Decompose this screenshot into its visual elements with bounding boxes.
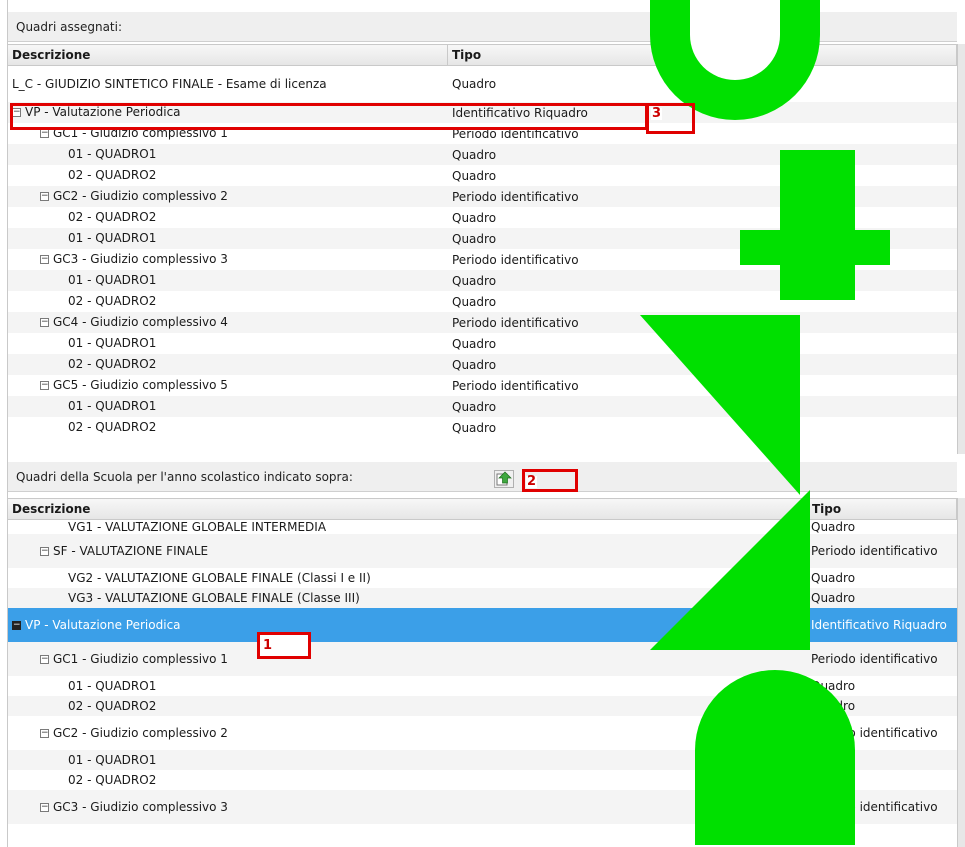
row-description: SF - VALUTAZIONE FINALE — [53, 544, 209, 558]
row-tipo: Quadro — [452, 210, 497, 225]
collapse-toggle-icon[interactable]: − — [40, 255, 49, 264]
column-header-tipo[interactable]: Tipo — [808, 499, 957, 519]
school-panel-title: Quadri della Scuola per l'anno scolastic… — [8, 462, 957, 492]
collapse-toggle-icon[interactable]: − — [12, 620, 21, 630]
column-header-descrizione[interactable]: Descrizione — [8, 45, 448, 65]
collapse-toggle-icon[interactable]: − — [40, 381, 49, 390]
row-description: VP - Valutazione Periodica — [25, 618, 181, 632]
row-tipo: Quadro — [452, 357, 497, 372]
tree-row[interactable]: 02 - QUADRO2 Quadro — [8, 354, 957, 375]
row-description: 01 - QUADRO1 — [68, 399, 157, 413]
row-description: 02 - QUADRO2 — [68, 294, 157, 308]
move-up-button[interactable] — [494, 470, 514, 488]
row-description: 02 - QUADRO2 — [68, 699, 157, 713]
annotation-label-3: 3 — [651, 106, 663, 121]
row-tipo: Quadro — [452, 420, 497, 435]
tree-row[interactable]: 01 - QUADRO1 Quadro — [8, 396, 957, 417]
collapse-toggle-icon[interactable]: − — [40, 546, 49, 556]
collapse-toggle-icon[interactable]: − — [40, 802, 49, 812]
assigned-panel-title-text: Quadri assegnati: — [16, 19, 123, 34]
row-description: VG3 - VALUTAZIONE GLOBALE FINALE (Classe… — [68, 591, 360, 605]
annotation-label-2: 2 — [526, 474, 538, 489]
annotation-label-1: 1 — [262, 638, 274, 653]
tree-row[interactable]: 01 - QUADRO1 Quadro — [8, 333, 957, 354]
row-tipo: Periodo identificativo — [811, 543, 938, 558]
collapse-toggle-icon[interactable]: − — [40, 192, 49, 201]
row-description: 02 - QUADRO2 — [68, 773, 157, 787]
row-tipo: Periodo identificativo — [452, 378, 579, 393]
row-description: VG1 - VALUTAZIONE GLOBALE INTERMEDIA — [68, 520, 327, 534]
row-description: GC2 - Giudizio complessivo 2 — [53, 189, 228, 203]
row-description: 02 - QUADRO2 — [68, 420, 157, 434]
row-description: 02 - QUADRO2 — [68, 168, 157, 182]
tree-row[interactable]: − GC1 - Giudizio complessivo 1 Periodo ide… — [8, 642, 957, 676]
school-grid-header: Descrizione Tipo — [8, 498, 957, 520]
window-left-border — [7, 0, 8, 847]
row-tipo: Quadro — [811, 590, 856, 605]
row-tipo: Quadro — [452, 147, 497, 162]
assigned-grid-scrollbar[interactable] — [957, 44, 965, 454]
tree-row[interactable]: VG3 - VALUTAZIONE GLOBALE FINALE (Classe… — [8, 588, 957, 608]
collapse-toggle-icon[interactable]: − — [40, 654, 49, 664]
annotation-box-3-row — [10, 103, 648, 130]
column-header-descrizione[interactable]: Descrizione — [8, 499, 808, 519]
row-tipo: Quadro — [452, 336, 497, 351]
tree-row[interactable]: VG2 - VALUTAZIONE GLOBALE FINALE (Classi… — [8, 568, 957, 588]
school-panel-title-text: Quadri della Scuola per l'anno scolastic… — [16, 469, 353, 484]
row-description: 01 - QUADRO1 — [68, 147, 157, 161]
row-description: 02 - QUADRO2 — [68, 357, 157, 371]
row-tipo: Identificativo Riquadro — [811, 617, 947, 632]
row-description: GC3 - Giudizio complessivo 3 — [53, 252, 228, 266]
row-description: GC3 - Giudizio complessivo 3 — [53, 800, 228, 814]
row-description: 01 - QUADRO1 — [68, 231, 157, 245]
row-description: GC2 - Giudizio complessivo 2 — [53, 726, 228, 740]
row-tipo: Quadro — [452, 399, 497, 414]
tree-row[interactable]: VG1 - VALUTAZIONE GLOBALE INTERMEDIA Quad… — [8, 520, 957, 534]
collapse-toggle-icon[interactable]: − — [40, 318, 49, 327]
row-tipo: Quadro — [452, 273, 497, 288]
school-grid-scrollbar[interactable] — [957, 498, 965, 847]
tree-row[interactable]: − SF - VALUTAZIONE FINALE Periodo identifi… — [8, 534, 957, 568]
row-tipo: Quadro — [811, 570, 856, 585]
row-tipo: Periodo identificativo — [452, 189, 579, 204]
row-description: L_C - GIUDIZIO SINTETICO FINALE - Esame … — [12, 76, 327, 91]
row-description: 01 - QUADRO1 — [68, 273, 157, 287]
tree-row[interactable]: − GC4 - Giudizio complessivo 4 Periodo ide… — [8, 312, 957, 333]
row-description: 02 - QUADRO2 — [68, 210, 157, 224]
collapse-toggle-icon[interactable]: − — [40, 728, 49, 738]
row-tipo: Periodo identificativo — [452, 315, 579, 330]
row-description: GC4 - Giudizio complessivo 4 — [53, 315, 228, 329]
tree-row[interactable]: L_C - GIUDIZIO SINTETICO FINALE - Esame … — [8, 66, 957, 102]
row-description: 01 - QUADRO1 — [68, 336, 157, 350]
row-tipo: Quadro — [811, 519, 856, 534]
row-tipo: Quadro — [452, 294, 497, 309]
row-description: VG2 - VALUTAZIONE GLOBALE FINALE (Classi… — [68, 571, 371, 585]
tree-row[interactable]: 02 - QUADRO2 Quadro — [8, 417, 957, 438]
row-tipo: Quadro — [452, 168, 497, 183]
tree-row[interactable]: − VP - Valutazione Periodica Identificativ… — [8, 608, 957, 642]
row-tipo: Periodo identificativo — [811, 651, 938, 666]
tree-row[interactable]: − GC5 - Giudizio complessivo 5 Periodo ide… — [8, 375, 957, 396]
row-description: 01 - QUADRO1 — [68, 679, 157, 693]
row-tipo: Quadro — [452, 77, 497, 91]
row-description: 01 - QUADRO1 — [68, 753, 157, 767]
row-description: GC5 - Giudizio complessivo 5 — [53, 378, 228, 392]
row-tipo: Periodo identificativo — [452, 252, 579, 267]
move-up-icon — [496, 471, 512, 486]
row-description: GC1 - Giudizio complessivo 1 — [53, 652, 228, 666]
collapse-toggle-icon[interactable]: − — [40, 129, 49, 138]
row-tipo: Quadro — [452, 231, 497, 246]
